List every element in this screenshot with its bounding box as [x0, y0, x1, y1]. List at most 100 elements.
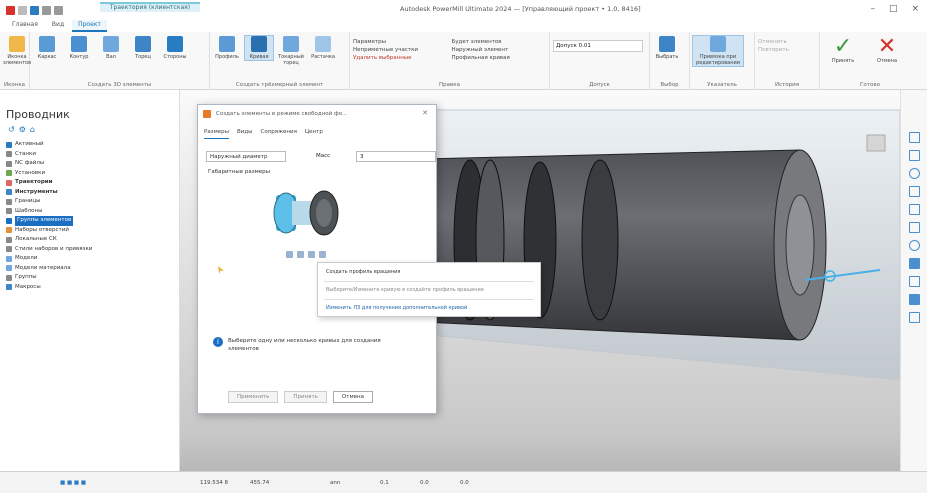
tab-view[interactable]: Вид: [46, 20, 70, 32]
tree-item[interactable]: Границы: [6, 197, 179, 207]
preview-reset-icon[interactable]: [319, 251, 326, 258]
tree-item[interactable]: Группы элементов: [6, 216, 179, 226]
tree-item[interactable]: Модели: [6, 254, 179, 264]
cancel-dialog-button[interactable]: Отмена: [332, 391, 373, 403]
pointer-icon[interactable]: [908, 312, 920, 323]
apply-button[interactable]: Применить: [228, 391, 279, 403]
tab-center[interactable]: Центр: [305, 129, 323, 139]
menu-item-change-lz[interactable]: Изменить ЛЗ для получения дополнительной…: [318, 302, 540, 315]
dialog-title-bar: Создать элементы в режиме свободной фо..…: [198, 105, 436, 123]
home-icon[interactable]: ⌂: [30, 125, 35, 134]
turning-face-button[interactable]: Токарный торец: [277, 36, 305, 66]
delete-selected-item[interactable]: Удалить выбранные: [353, 54, 448, 62]
search-icon[interactable]: [908, 240, 920, 251]
close-button[interactable]: ×: [911, 4, 919, 14]
zoom-icon[interactable]: [908, 168, 920, 179]
pan-icon[interactable]: [908, 186, 920, 197]
redo-icon[interactable]: [54, 5, 63, 15]
tree-item[interactable]: Инструменты: [6, 188, 179, 198]
boring-button[interactable]: Растачка: [309, 36, 337, 60]
tree-item[interactable]: Траектории: [6, 178, 179, 188]
tree-item[interactable]: Установки: [6, 169, 179, 179]
contour-button[interactable]: Контур: [65, 36, 93, 60]
status-tool-4[interactable]: 0.0: [460, 480, 469, 486]
zoom-box-icon[interactable]: [908, 222, 920, 233]
tree-item[interactable]: Шаблоны: [6, 207, 179, 217]
status-tool-2[interactable]: 0.1: [380, 480, 389, 486]
will-be-elements-item[interactable]: Будет элементов: [452, 38, 547, 46]
tree-item[interactable]: Наборы отверстий: [6, 226, 179, 236]
tolerance-field[interactable]: Допуск 0.01: [553, 40, 643, 52]
material-icon[interactable]: [908, 294, 920, 305]
save-icon[interactable]: [30, 5, 39, 15]
maximize-button[interactable]: □: [889, 4, 898, 14]
tab-project[interactable]: Проект: [72, 20, 107, 32]
sync-icon[interactable]: ↺: [8, 125, 15, 134]
explorer-tree: Активный Станки NC файлы Установки Траектори…: [0, 138, 179, 292]
shaft-button[interactable]: Вал: [97, 36, 125, 60]
outer-element-item[interactable]: Наружный элемент: [452, 46, 547, 54]
new-file-icon[interactable]: [18, 5, 27, 15]
tree-item[interactable]: Локальные СК: [6, 235, 179, 245]
viewcube-icon[interactable]: [866, 134, 886, 152]
title-bar: Траектория (клиентская) Autodesk PowerMi…: [0, 0, 927, 20]
tab-fillets[interactable]: Сопряжения: [260, 129, 296, 139]
create-elements-dialog: Создать элементы в режиме свободной фо..…: [197, 104, 437, 414]
sides-button[interactable]: Стороны: [161, 36, 189, 60]
tree-item[interactable]: Модели материала: [6, 264, 179, 274]
undo-item[interactable]: Отменить: [758, 38, 789, 46]
ribbon-group-history: Отменить Повторить История: [755, 32, 820, 90]
select-button[interactable]: Выбрать: [653, 36, 681, 60]
status-tool-3[interactable]: 0.0: [420, 480, 429, 486]
cross-icon: ✕: [877, 34, 897, 59]
ribbon-group-select: Выбрать Выбор: [650, 32, 690, 90]
tab-home[interactable]: Главная: [6, 20, 44, 32]
ribbon-group-create-solid: Профиль Кривая Токарный торец Растачка С…: [210, 32, 350, 90]
tree-item[interactable]: Активный: [6, 140, 179, 150]
dialog-buttons: Применить Принять Отмена: [228, 391, 373, 403]
tree-item[interactable]: Стили наборов и привязки: [6, 245, 179, 255]
face-button[interactable]: Торец: [129, 36, 157, 60]
tree-item[interactable]: NC файлы: [6, 159, 179, 169]
preview-rotate-icon[interactable]: [286, 251, 293, 258]
wire-icon[interactable]: [908, 276, 920, 287]
tree-item-label: NC файлы: [15, 160, 45, 166]
mass-input[interactable]: 3: [356, 151, 436, 162]
undo-icon[interactable]: [42, 5, 51, 15]
inconspicuous-item[interactable]: Неприметные участки: [353, 46, 448, 54]
app-logo-icon[interactable]: [6, 5, 15, 15]
tab-views[interactable]: Виды: [237, 129, 253, 139]
accept-dialog-button[interactable]: Принять: [284, 391, 327, 403]
status-tool-1[interactable]: ann: [330, 480, 340, 486]
rotate-icon[interactable]: [908, 204, 920, 215]
tab-dimensions[interactable]: Размеры: [204, 129, 229, 139]
view-iso-icon[interactable]: [908, 132, 920, 143]
shade-icon[interactable]: [908, 258, 920, 269]
settings-icon[interactable]: ⚙: [19, 125, 26, 134]
tree-node-icon: [6, 265, 12, 272]
menu-item-select-curve[interactable]: Выберите/Измените кривую в создайте проф…: [318, 284, 540, 297]
parameters-item[interactable]: Параметры: [353, 38, 448, 46]
preview-zoom-icon[interactable]: [297, 251, 304, 258]
accept-button[interactable]: ✓ Принять: [823, 36, 863, 65]
preview-fit-icon[interactable]: [308, 251, 315, 258]
tree-node-icon: [6, 227, 12, 234]
tree-item[interactable]: Станки: [6, 150, 179, 160]
minimize-button[interactable]: –: [870, 4, 875, 14]
wireframe-button[interactable]: Каркас: [33, 36, 61, 60]
redo-item[interactable]: Повторить: [758, 46, 789, 54]
cancel-ribbon-button[interactable]: ✕ Отмена: [867, 34, 907, 65]
snap-edit-button[interactable]: Привязка при редактировании: [692, 35, 744, 67]
dialog-close-icon[interactable]: ✕: [422, 109, 428, 117]
element-type-select[interactable]: Наружный диаметр: [206, 151, 286, 162]
tree-item[interactable]: Группы: [6, 273, 179, 283]
view-front-icon[interactable]: [908, 150, 920, 161]
profile-button[interactable]: Профиль: [213, 36, 241, 60]
menu-item-create-revolve[interactable]: Создать профиль вращения: [318, 266, 540, 279]
icon-elements-button[interactable]: Иконка элементов: [3, 36, 31, 66]
tree-item[interactable]: Макросы: [6, 283, 179, 293]
tree-item-label: Границы: [15, 198, 41, 204]
curve-button[interactable]: Кривая: [244, 35, 274, 61]
profile-curve-item[interactable]: Профильная кривая: [452, 54, 547, 62]
coords-readout: 119.534 8: [200, 480, 228, 486]
